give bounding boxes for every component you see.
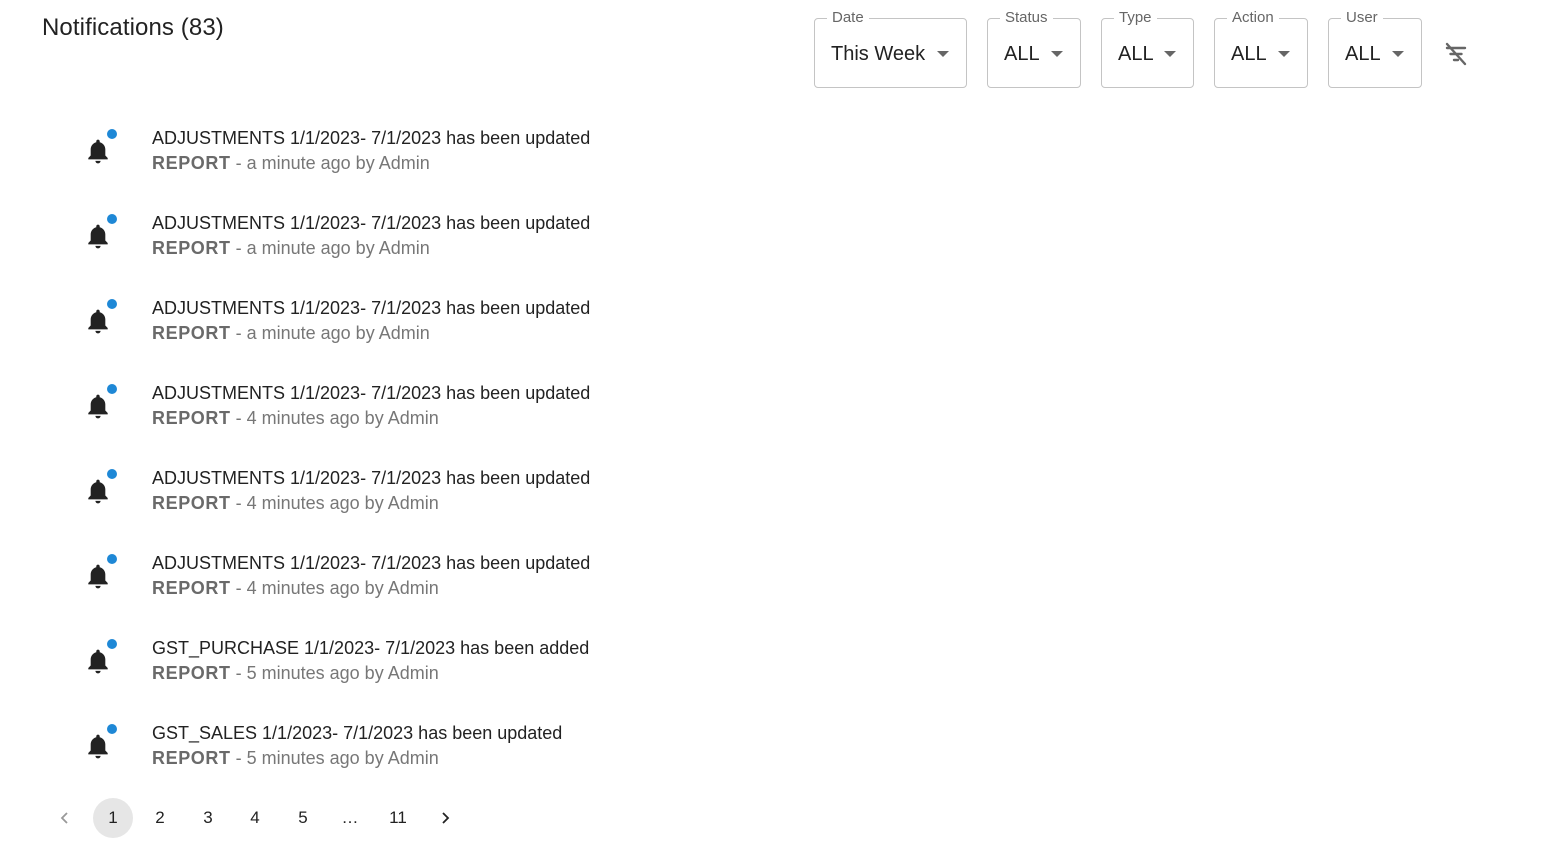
notification-time-user: - a minute ago by Admin (230, 323, 430, 343)
user-filter-label: User (1341, 9, 1383, 27)
clear-filters-button[interactable] (1438, 36, 1474, 72)
unread-dot (107, 724, 117, 734)
date-filter-value: This Week (831, 43, 926, 65)
notification-type: REPORT (152, 238, 231, 258)
type-filter-value: ALL (1118, 43, 1154, 65)
bell-icon (88, 139, 108, 164)
status-filter-select[interactable]: Status ALL (987, 9, 1081, 88)
notification-time-user: - 4 minutes ago by Admin (230, 493, 439, 513)
notification-type: REPORT (152, 493, 231, 513)
caret-down-icon (1392, 51, 1404, 57)
chevron-left-icon (60, 812, 68, 824)
type-filter-select[interactable]: Type ALL (1101, 9, 1194, 88)
page-button[interactable]: 3 (188, 798, 228, 838)
notification-meta: REPORT - 5 minutes ago by Admin (152, 662, 439, 684)
notification-item[interactable]: ADJUSTMENTS 1/1/2023- 7/1/2023 has been … (0, 382, 800, 442)
bell-icon (88, 309, 108, 334)
page-ellipsis: … (341, 808, 359, 827)
bell-icon (88, 649, 108, 674)
status-filter-value: ALL (1004, 43, 1040, 65)
prev-page-button[interactable] (45, 798, 85, 838)
status-filter-label: Status (1000, 9, 1053, 27)
action-filter-label: Action (1227, 9, 1279, 27)
page-button[interactable]: 4 (235, 798, 275, 838)
notification-time-user: - a minute ago by Admin (230, 238, 430, 258)
bell-icon (88, 394, 108, 419)
notification-type: REPORT (152, 748, 231, 768)
notification-message: GST_SALES 1/1/2023- 7/1/2023 has been up… (152, 723, 563, 743)
notification-message: ADJUSTMENTS 1/1/2023- 7/1/2023 has been … (152, 553, 591, 573)
unread-dot (107, 639, 117, 649)
date-filter-select[interactable]: Date This Week (814, 9, 967, 88)
unread-dot (107, 554, 117, 564)
notification-meta: REPORT - a minute ago by Admin (152, 152, 430, 174)
notification-item[interactable]: ADJUSTMENTS 1/1/2023- 7/1/2023 has been … (0, 212, 800, 272)
notification-meta: REPORT - 4 minutes ago by Admin (152, 577, 439, 599)
filter-off-icon (1445, 42, 1467, 66)
caret-down-icon (1051, 51, 1063, 57)
action-filter-select[interactable]: Action ALL (1214, 9, 1308, 88)
type-filter-label: Type (1114, 9, 1157, 27)
notification-type: REPORT (152, 578, 231, 598)
notification-item[interactable]: ADJUSTMENTS 1/1/2023- 7/1/2023 has been … (0, 297, 800, 357)
notification-meta: REPORT - a minute ago by Admin (152, 322, 430, 344)
notification-message: ADJUSTMENTS 1/1/2023- 7/1/2023 has been … (152, 383, 591, 403)
page-button[interactable]: 1 (93, 798, 133, 838)
notification-message: ADJUSTMENTS 1/1/2023- 7/1/2023 has been … (152, 213, 591, 233)
page-title: Notifications (83) (42, 14, 224, 41)
notification-message: GST_PURCHASE 1/1/2023- 7/1/2023 has been… (152, 638, 590, 658)
notification-item[interactable]: GST_PURCHASE 1/1/2023- 7/1/2023 has been… (0, 637, 800, 697)
unread-dot (107, 299, 117, 309)
bell-icon (88, 734, 108, 759)
notification-time-user: - 4 minutes ago by Admin (230, 408, 439, 428)
notification-type: REPORT (152, 663, 231, 683)
caret-down-icon (1164, 51, 1176, 57)
chevron-right-icon (442, 812, 450, 824)
notification-meta: REPORT - 4 minutes ago by Admin (152, 407, 439, 429)
unread-dot (107, 214, 117, 224)
notification-type: REPORT (152, 153, 231, 173)
page-button[interactable]: 5 (283, 798, 323, 838)
notification-message: ADJUSTMENTS 1/1/2023- 7/1/2023 has been … (152, 298, 591, 318)
notification-meta: REPORT - 4 minutes ago by Admin (152, 492, 439, 514)
notification-time-user: - 4 minutes ago by Admin (230, 578, 439, 598)
notification-time-user: - 5 minutes ago by Admin (230, 663, 439, 683)
notification-time-user: - 5 minutes ago by Admin (230, 748, 439, 768)
unread-dot (107, 469, 117, 479)
user-filter-value: ALL (1345, 43, 1381, 65)
user-filter-select[interactable]: User ALL (1328, 9, 1422, 88)
date-filter-label: Date (827, 9, 869, 27)
notification-type: REPORT (152, 408, 231, 428)
notification-item[interactable]: ADJUSTMENTS 1/1/2023- 7/1/2023 has been … (0, 467, 800, 527)
notification-meta: REPORT - 5 minutes ago by Admin (152, 747, 439, 769)
page-button[interactable]: 2 (140, 798, 180, 838)
notification-item[interactable]: GST_SALES 1/1/2023- 7/1/2023 has been up… (0, 722, 800, 782)
caret-down-icon (937, 51, 949, 57)
unread-dot (107, 129, 117, 139)
notification-meta: REPORT - a minute ago by Admin (152, 237, 430, 259)
next-page-button[interactable] (425, 798, 465, 838)
notification-item[interactable]: ADJUSTMENTS 1/1/2023- 7/1/2023 has been … (0, 127, 800, 187)
notification-time-user: - a minute ago by Admin (230, 153, 430, 173)
notification-message: ADJUSTMENTS 1/1/2023- 7/1/2023 has been … (152, 128, 591, 148)
bell-icon (88, 224, 108, 249)
notification-item[interactable]: ADJUSTMENTS 1/1/2023- 7/1/2023 has been … (0, 552, 800, 612)
action-filter-value: ALL (1231, 43, 1267, 65)
unread-dot (107, 384, 117, 394)
notification-message: ADJUSTMENTS 1/1/2023- 7/1/2023 has been … (152, 468, 591, 488)
bell-icon (88, 564, 108, 589)
notification-type: REPORT (152, 323, 231, 343)
page-button[interactable]: 11 (378, 798, 418, 838)
bell-icon (88, 479, 108, 504)
caret-down-icon (1278, 51, 1290, 57)
